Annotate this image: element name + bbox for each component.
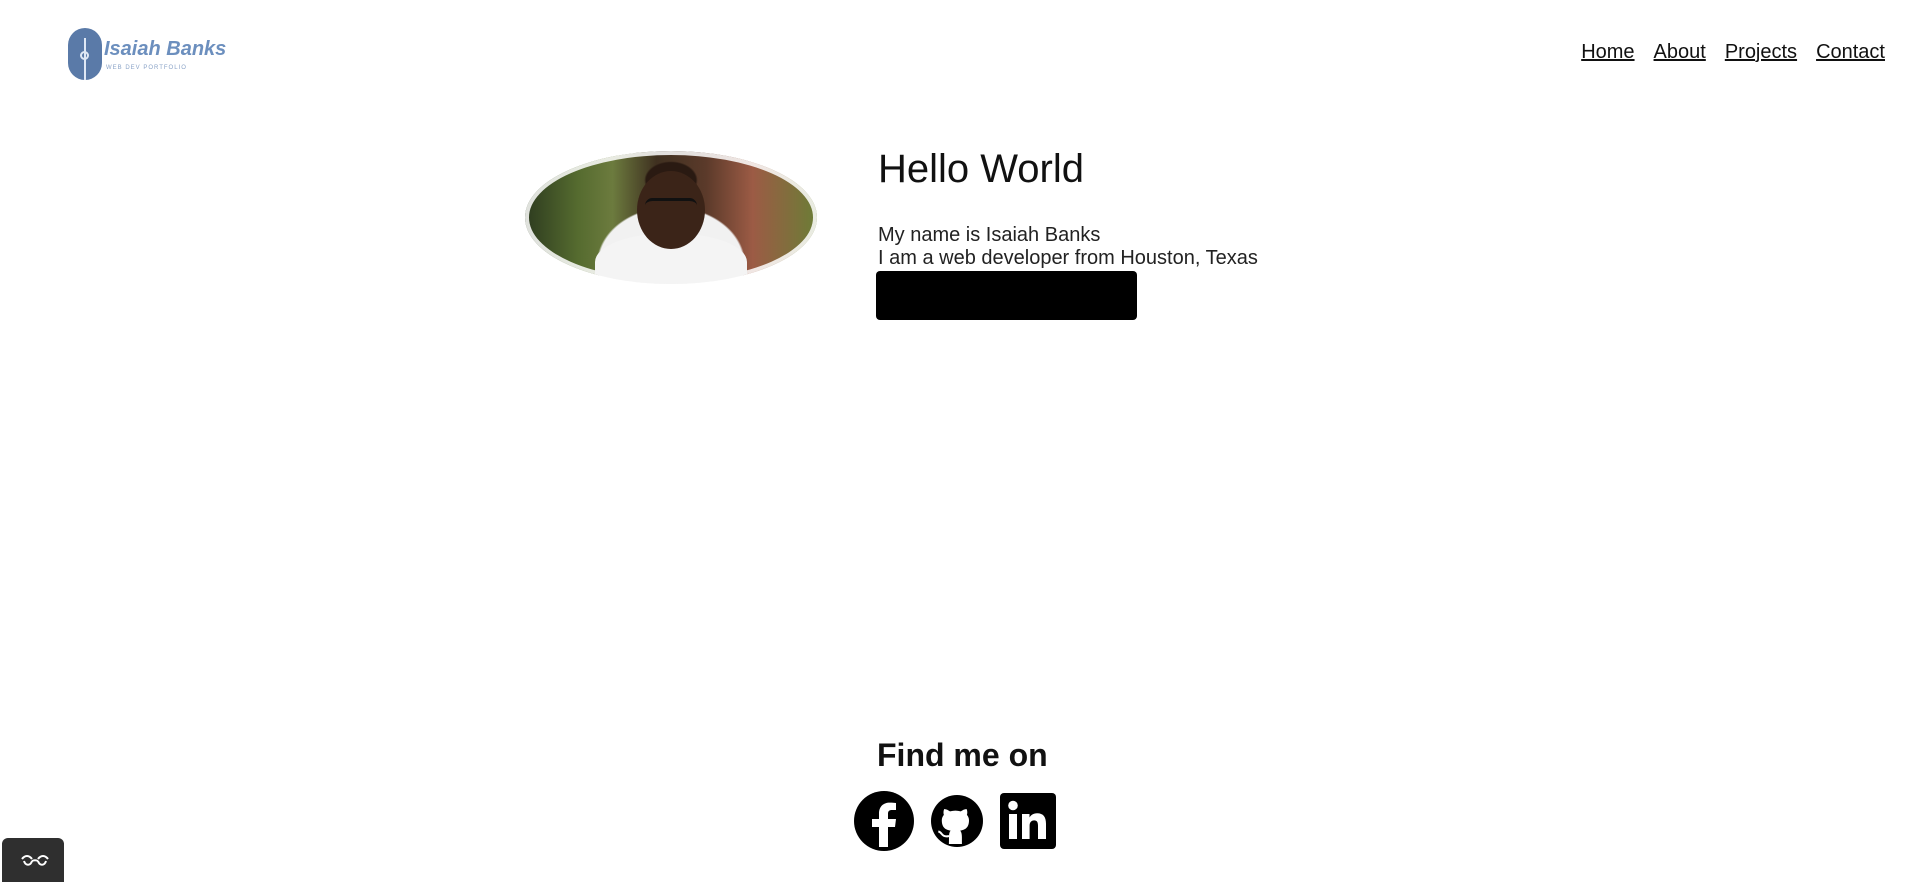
portfolio-logo-icon — [68, 28, 102, 80]
facebook-icon[interactable] — [854, 791, 914, 851]
hero-cta-button[interactable] — [876, 271, 1137, 320]
site-logo[interactable]: Isaiah Banks WEB DEV PORTFOLIO — [68, 28, 228, 82]
hero-title: Hello World — [878, 147, 1084, 191]
main-nav: Home About Projects Contact — [1581, 41, 1885, 64]
profile-glasses — [645, 198, 697, 213]
nav-projects-link[interactable]: Projects — [1725, 41, 1797, 64]
social-links — [854, 791, 1056, 851]
logo-title: Isaiah Banks — [104, 38, 227, 60]
accessibility-button[interactable] — [2, 838, 64, 882]
github-icon[interactable] — [927, 791, 987, 851]
hero-intro-name: My name is Isaiah Banks — [878, 224, 1101, 246]
linkedin-icon[interactable] — [1000, 793, 1056, 849]
profile-photo — [525, 151, 817, 284]
logo-tagline: WEB DEV PORTFOLIO — [106, 65, 187, 71]
hero-intro-location: I am a web developer from Houston, Texas — [878, 247, 1258, 269]
nav-home-link[interactable]: Home — [1581, 41, 1634, 64]
glasses-icon — [21, 855, 49, 866]
nav-contact-link[interactable]: Contact — [1816, 41, 1885, 64]
nav-about-link[interactable]: About — [1654, 41, 1706, 64]
social-heading: Find me on — [877, 737, 1048, 773]
